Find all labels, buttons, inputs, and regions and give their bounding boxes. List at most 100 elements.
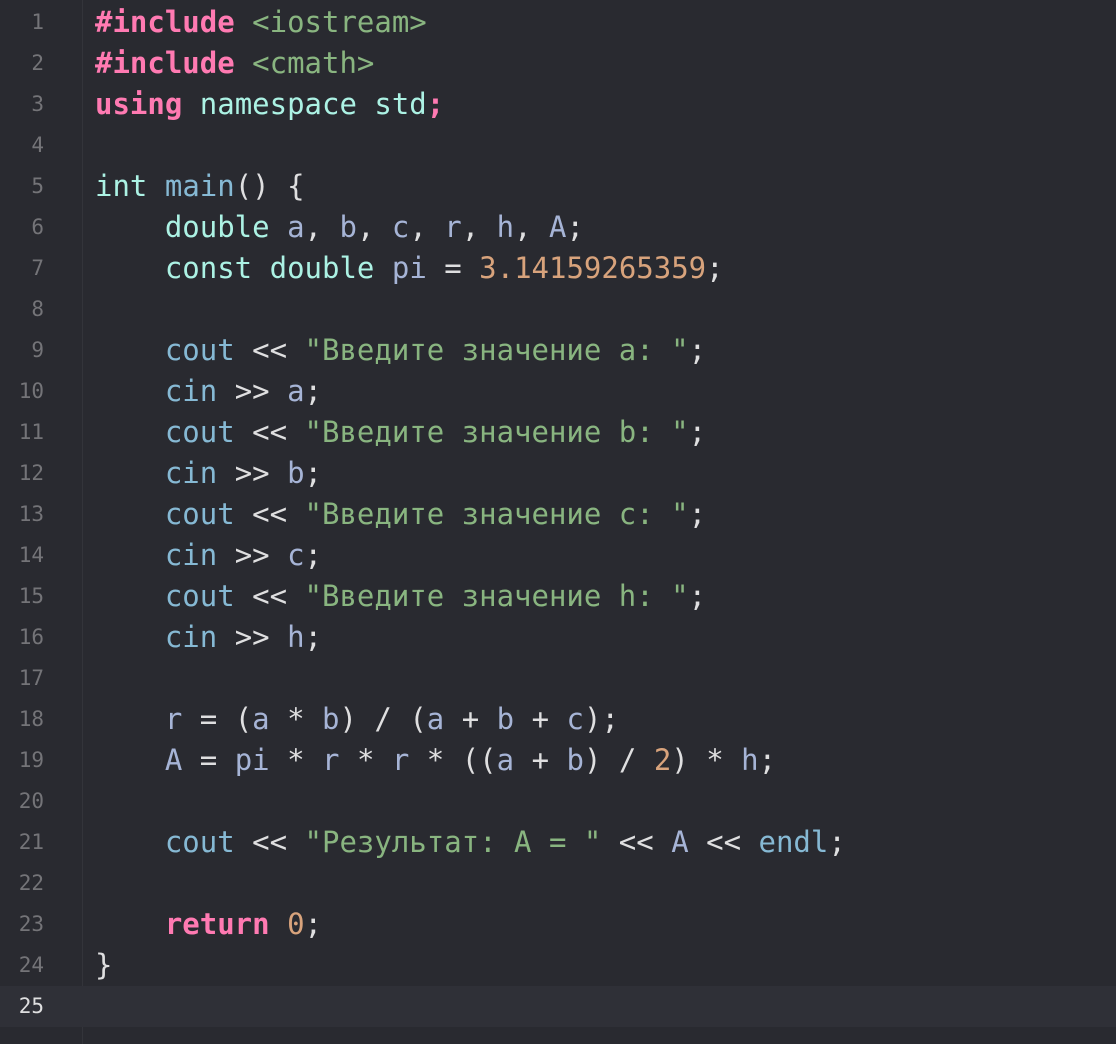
code-token: a — [426, 702, 445, 736]
line-number: 7 — [31, 256, 44, 280]
code-token: ; — [566, 210, 584, 244]
line-code[interactable]: cin >> a; — [95, 371, 322, 412]
code-line[interactable]: 22 — [0, 863, 1116, 904]
code-line[interactable]: 6 double a, b, c, r, h, A; — [0, 207, 1116, 248]
code-line[interactable]: 21 cout << "Результат: A = " << A << end… — [0, 822, 1116, 863]
line-code[interactable]: cout << "Результат: A = " << A << endl; — [95, 822, 846, 863]
code-line[interactable]: 10 cin >> a; — [0, 371, 1116, 412]
line-number: 20 — [18, 789, 44, 813]
code-line[interactable]: 25 — [0, 986, 1116, 1027]
line-number: 16 — [18, 625, 44, 649]
line-code[interactable]: A = pi * r * r * ((a + b) / 2) * h; — [95, 740, 776, 781]
code-token: = ( — [182, 702, 253, 736]
code-line[interactable]: 5 int main() { — [0, 166, 1116, 207]
code-line[interactable]: 18 r = (a * b) / (a + b + c); — [0, 699, 1116, 740]
code-token: endl — [758, 825, 829, 859]
code-token: "Результат: A = " — [304, 825, 602, 859]
code-token: >> — [217, 456, 288, 490]
code-token: << — [234, 579, 305, 613]
code-token: A — [671, 825, 689, 859]
line-code[interactable]: #include <cmath> — [95, 43, 374, 84]
code-token: ; — [758, 743, 777, 777]
code-token: >> — [217, 620, 288, 654]
code-token: using — [95, 87, 183, 121]
line-code[interactable]: cout << "Введите значение a: "; — [95, 330, 706, 371]
code-token: "Введите значение b: " — [304, 415, 689, 449]
code-token: << — [601, 825, 672, 859]
code-line[interactable]: 14 cin >> c; — [0, 535, 1116, 576]
code-token: r — [164, 702, 183, 736]
code-token: << — [234, 333, 305, 367]
code-line[interactable]: 7 const double pi = 3.14159265359; — [0, 248, 1116, 289]
code-token: + — [514, 743, 567, 777]
code-token: "Введите значение a: " — [304, 333, 689, 367]
code-token: r — [444, 210, 462, 244]
code-line[interactable]: 11 cout << "Введите значение b: "; — [0, 412, 1116, 453]
line-code[interactable]: double a, b, c, r, h, A; — [95, 207, 584, 248]
line-code[interactable]: cout << "Введите значение c: "; — [95, 494, 706, 535]
code-line[interactable]: 8 — [0, 289, 1116, 330]
line-code[interactable]: int main() { — [95, 166, 305, 207]
line-code[interactable]: cout << "Введите значение h: "; — [95, 576, 706, 617]
line-code[interactable]: r = (a * b) / (a + b + c); — [95, 699, 619, 740]
code-lines[interactable]: 1 #include <iostream> 2 #include <cmath> 3 us… — [0, 2, 1116, 1027]
line-code[interactable]: const double pi = 3.14159265359; — [95, 248, 724, 289]
code-token: b — [322, 702, 340, 736]
line-code[interactable]: return 0; — [95, 904, 322, 945]
code-line[interactable]: 2 #include <cmath> — [0, 43, 1116, 84]
code-token: r — [322, 743, 340, 777]
code-line[interactable]: 24} — [0, 945, 1116, 986]
code-token: ) / — [583, 743, 654, 777]
line-code[interactable]: cin >> c; — [95, 535, 322, 576]
code-token: >> — [217, 374, 288, 408]
code-line[interactable]: 13 cout << "Введите значение c: "; — [0, 494, 1116, 535]
code-line[interactable]: 20 — [0, 781, 1116, 822]
code-token: double — [269, 251, 375, 285]
line-code[interactable]: cin >> b; — [95, 453, 322, 494]
code-token: << — [688, 825, 759, 859]
code-token: const — [164, 251, 253, 285]
code-line[interactable]: 12 cin >> b; — [0, 453, 1116, 494]
line-number: 22 — [18, 871, 44, 895]
line-number: 3 — [31, 92, 44, 116]
line-number: 18 — [18, 707, 44, 731]
code-token: c — [566, 702, 584, 736]
line-code[interactable]: #include <iostream> — [95, 2, 427, 43]
code-token: ) * — [671, 743, 742, 777]
code-line[interactable]: 17 — [0, 658, 1116, 699]
code-token: ; — [304, 907, 323, 941]
code-line[interactable]: 4 — [0, 125, 1116, 166]
code-token: ) / ( — [339, 702, 427, 736]
line-code[interactable]: cin >> h; — [95, 617, 322, 658]
line-number: 10 — [18, 379, 44, 403]
line-code[interactable]: cout << "Введите значение b: "; — [95, 412, 706, 453]
code-line[interactable]: 1 #include <iostream> — [0, 2, 1116, 43]
code-line[interactable]: 19 A = pi * r * r * ((a + b) / 2) * h; — [0, 740, 1116, 781]
line-number: 6 — [31, 215, 44, 239]
code-token: * — [269, 702, 323, 736]
code-token: c — [287, 538, 305, 572]
code-token: pi — [234, 743, 270, 777]
code-token: , — [514, 210, 550, 244]
code-token: b — [496, 702, 515, 736]
code-token: ; — [304, 620, 323, 654]
line-number: 25 — [18, 994, 44, 1018]
code-line[interactable]: 15 cout << "Введите значение h: "; — [0, 576, 1116, 617]
code-editor[interactable]: 1 #include <iostream> 2 #include <cmath> 3 us… — [0, 0, 1116, 1044]
line-code[interactable]: using namespace std; — [95, 84, 444, 125]
code-token: a — [252, 702, 270, 736]
code-token: ); — [583, 702, 619, 736]
code-line[interactable]: 23 return 0; — [0, 904, 1116, 945]
code-token: return — [164, 907, 270, 941]
code-line[interactable]: 9 cout << "Введите значение a: "; — [0, 330, 1116, 371]
line-code[interactable]: } — [95, 945, 112, 986]
code-line[interactable]: 3 using namespace std; — [0, 84, 1116, 125]
code-line[interactable]: 16 cin >> h; — [0, 617, 1116, 658]
